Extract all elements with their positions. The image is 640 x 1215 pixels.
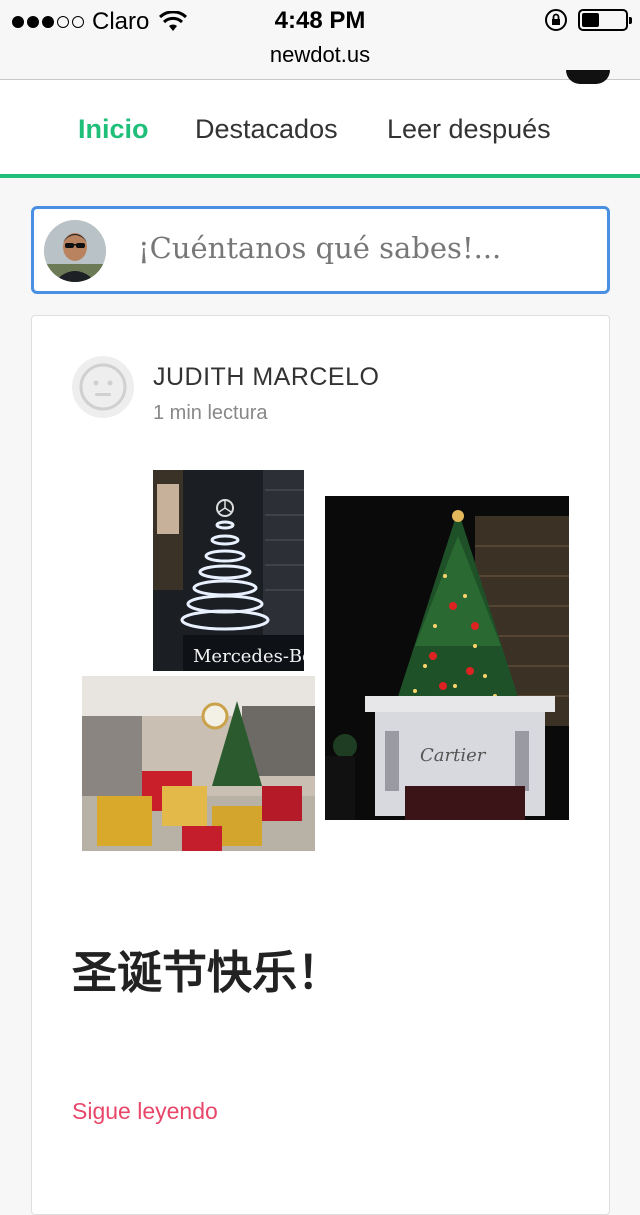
default-avatar-icon (79, 363, 127, 411)
author-avatar[interactable] (72, 356, 134, 418)
post-title[interactable]: 圣诞节快乐！ (72, 936, 342, 1001)
url-text: newdot.us (269, 42, 371, 67)
read-more-link[interactable]: Sigue leyendo (72, 1098, 218, 1125)
tab-destacados[interactable]: Destacados (195, 114, 338, 145)
mercedes-sign: Mercedes-Benz (193, 646, 304, 667)
compose-box[interactable]: ¡Cuéntanos qué sabes!... (31, 206, 610, 294)
photo-mall-tree (82, 676, 315, 851)
tab-leer-despues[interactable]: Leer después (387, 114, 551, 145)
post-image[interactable]: Mercedes-Benz (82, 470, 572, 852)
status-bar: Claro 4:48 PM (0, 0, 640, 40)
compose-placeholder: ¡Cuéntanos qué sabes!... (138, 231, 502, 265)
url-bar[interactable]: newdot.us (0, 40, 640, 80)
user-avatar (44, 220, 106, 282)
cartier-sign: Cartier (420, 745, 487, 766)
read-time: 1 min lectura (153, 402, 268, 424)
author-name[interactable]: JUDITH MARCELO (153, 363, 379, 392)
tab-inicio[interactable]: Inicio (78, 114, 149, 145)
profile-avatar[interactable] (566, 70, 610, 84)
photo-mercedes-tree: Mercedes-Benz (153, 470, 304, 671)
photo-cartier-tree: Cartier (325, 496, 569, 820)
post-card[interactable]: JUDITH MARCELO 1 min lectura Mercedes-B … (31, 315, 610, 1215)
tab-bar: Inicio Destacados Leer después (0, 70, 640, 178)
battery-icon (578, 9, 632, 31)
rotation-lock-icon (545, 9, 567, 31)
